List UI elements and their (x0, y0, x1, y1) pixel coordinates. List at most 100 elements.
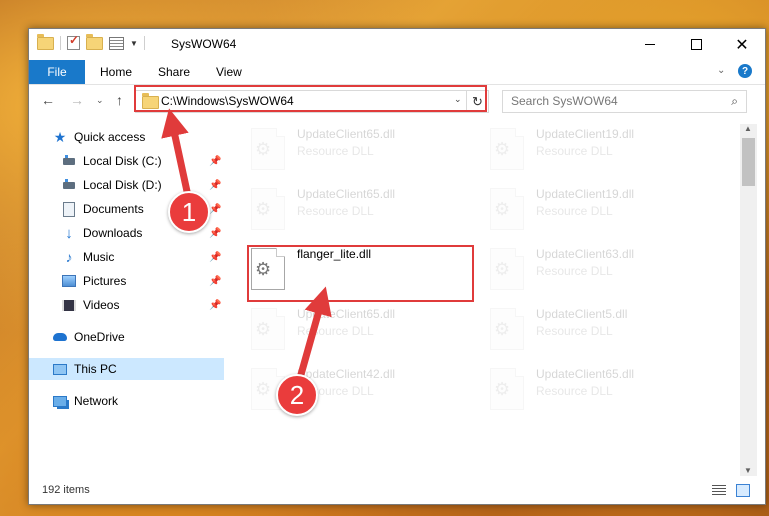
sidebar-item-music[interactable]: ♪ Music 📌 (29, 246, 224, 268)
file-highlight-box (247, 245, 474, 302)
gear-icon: ⚙ (255, 139, 272, 159)
drive-icon (62, 154, 76, 168)
new-folder-icon[interactable] (86, 33, 103, 50)
pictures-icon (62, 274, 76, 288)
sidebar-item-label: Local Disk (C:) (83, 154, 162, 168)
file-tile[interactable]: ⚙ UpdateClient65.dll Resource DLL (486, 364, 711, 418)
tab-share[interactable]: Share (158, 65, 190, 79)
sidebar-item-network[interactable]: Network (29, 390, 224, 412)
tab-view[interactable]: View (216, 65, 242, 79)
file-tile[interactable]: ⚙ UpdateClient19.dll Resource DLL (486, 124, 711, 178)
toolbar-divider (60, 36, 61, 50)
sidebar-item-onedrive[interactable]: OneDrive (29, 326, 224, 348)
file-type: Resource DLL (297, 144, 374, 158)
sidebar-item-label: Music (83, 250, 115, 264)
forward-button[interactable]: → (70, 92, 84, 108)
tab-file[interactable]: File (29, 60, 85, 84)
title-bar: ▼ SysWOW64 ✕ (29, 29, 765, 60)
music-icon: ♪ (65, 249, 73, 265)
sidebar-item-label: Network (74, 394, 119, 408)
large-icons-view-icon[interactable] (736, 484, 750, 497)
file-name: UpdateClient65.dll (297, 187, 396, 201)
navigation-pane: ★ Quick access Local Disk (C:) 📌 Local D… (29, 124, 224, 474)
file-type: Resource DLL (536, 324, 613, 338)
file-name: UpdateClient65.dll (536, 367, 635, 381)
file-name: UpdateClient65.dll (297, 127, 396, 141)
expand-ribbon-icon[interactable]: ⌄ (717, 65, 725, 76)
star-icon: ★ (53, 128, 67, 145)
sidebar-item-label: Documents (83, 202, 144, 216)
ribbon-tabs: File Home Share View ⌄ ? (29, 60, 765, 85)
folder-icon[interactable] (37, 33, 54, 50)
scroll-up-icon[interactable]: ▲ (744, 124, 752, 133)
minimize-button[interactable] (627, 29, 673, 60)
sidebar-item-label: OneDrive (74, 330, 125, 344)
step-1-badge: 1 (168, 191, 210, 233)
customize-toolbar-icon[interactable] (109, 36, 124, 50)
maximize-button[interactable] (673, 29, 719, 60)
file-type: Resource DLL (297, 204, 374, 218)
file-name: UpdateClient19.dll (536, 187, 635, 201)
scroll-thumb[interactable] (742, 138, 755, 186)
file-type: Resource DLL (536, 144, 613, 158)
documents-icon (62, 201, 76, 217)
downloads-icon: ↓ (65, 224, 73, 242)
toolbar-divider (143, 36, 145, 50)
file-type: Resource DLL (297, 324, 374, 338)
gear-icon: ⚙ (255, 319, 272, 339)
pin-icon[interactable]: 📌 (209, 228, 221, 239)
sidebar-item-label: Pictures (83, 274, 127, 288)
network-icon (53, 394, 67, 408)
file-tile[interactable]: ⚙ UpdateClient65.dll Resource DLL (247, 184, 472, 238)
gear-icon: ⚙ (494, 379, 511, 399)
pin-icon[interactable]: 📌 (209, 156, 221, 167)
search-icon: ⌕ (731, 94, 738, 108)
file-type: Resource DLL (536, 384, 613, 398)
pin-icon[interactable]: 📌 (209, 180, 221, 191)
file-tile[interactable]: ⚙ UpdateClient63.dll Resource DLL (486, 244, 711, 298)
gear-icon: ⚙ (494, 319, 511, 339)
up-button[interactable]: ↑ (116, 92, 123, 108)
step-2-badge: 2 (276, 374, 318, 416)
file-type: Resource DLL (536, 264, 613, 278)
sidebar-item-local-disk-c[interactable]: Local Disk (C:) 📌 (29, 150, 224, 172)
file-name: UpdateClient65.dll (297, 307, 396, 321)
file-tile[interactable]: ⚙ UpdateClient65.dll Resource DLL (247, 124, 472, 178)
file-tile[interactable]: ⚙ UpdateClient19.dll Resource DLL (486, 184, 711, 238)
details-view-icon[interactable] (712, 485, 726, 495)
search-input[interactable]: Search SysWOW64 ⌕ (502, 90, 747, 113)
file-name: UpdateClient63.dll (536, 247, 635, 261)
pin-icon[interactable]: 📌 (209, 252, 221, 263)
gear-icon: ⚙ (494, 139, 511, 159)
address-highlight-box (134, 85, 487, 112)
chevron-down-icon[interactable]: ▼ (130, 39, 138, 48)
sidebar-item-label: Videos (83, 298, 120, 312)
file-tile[interactable]: ⚙ UpdateClient65.dll Resource DLL (247, 304, 472, 358)
sidebar-item-quick-access[interactable]: ★ Quick access (29, 126, 224, 148)
sidebar-item-label: Local Disk (D:) (83, 178, 162, 192)
vertical-scrollbar[interactable]: ▲ ▼ (740, 124, 757, 476)
onedrive-icon (53, 330, 67, 344)
sidebar-item-this-pc[interactable]: This PC (29, 358, 224, 380)
pin-icon[interactable]: 📌 (209, 276, 221, 287)
help-icon[interactable]: ? (738, 64, 752, 78)
gear-icon: ⚙ (494, 259, 511, 279)
recent-locations-button[interactable]: ⌄ (96, 95, 104, 106)
pin-icon[interactable]: 📌 (209, 300, 221, 311)
minimize-icon (645, 44, 655, 45)
close-button[interactable]: ✕ (719, 29, 765, 60)
sidebar-item-videos[interactable]: Videos 📌 (29, 294, 224, 316)
pin-icon[interactable]: 📌 (209, 204, 221, 215)
sidebar-item-pictures[interactable]: Pictures 📌 (29, 270, 224, 292)
properties-check-icon[interactable] (67, 33, 80, 50)
scroll-down-icon[interactable]: ▼ (744, 466, 752, 475)
sidebar-item-label: Downloads (83, 226, 143, 240)
search-placeholder: Search SysWOW64 (511, 94, 618, 108)
gear-icon: ⚙ (494, 199, 511, 219)
gear-icon: ⚙ (255, 379, 272, 399)
file-tile[interactable]: ⚙ UpdateClient5.dll Resource DLL (486, 304, 711, 358)
tab-home[interactable]: Home (100, 65, 132, 79)
file-type: Resource DLL (536, 204, 613, 218)
item-count: 192 items (42, 484, 90, 496)
back-button[interactable]: ← (41, 92, 55, 108)
